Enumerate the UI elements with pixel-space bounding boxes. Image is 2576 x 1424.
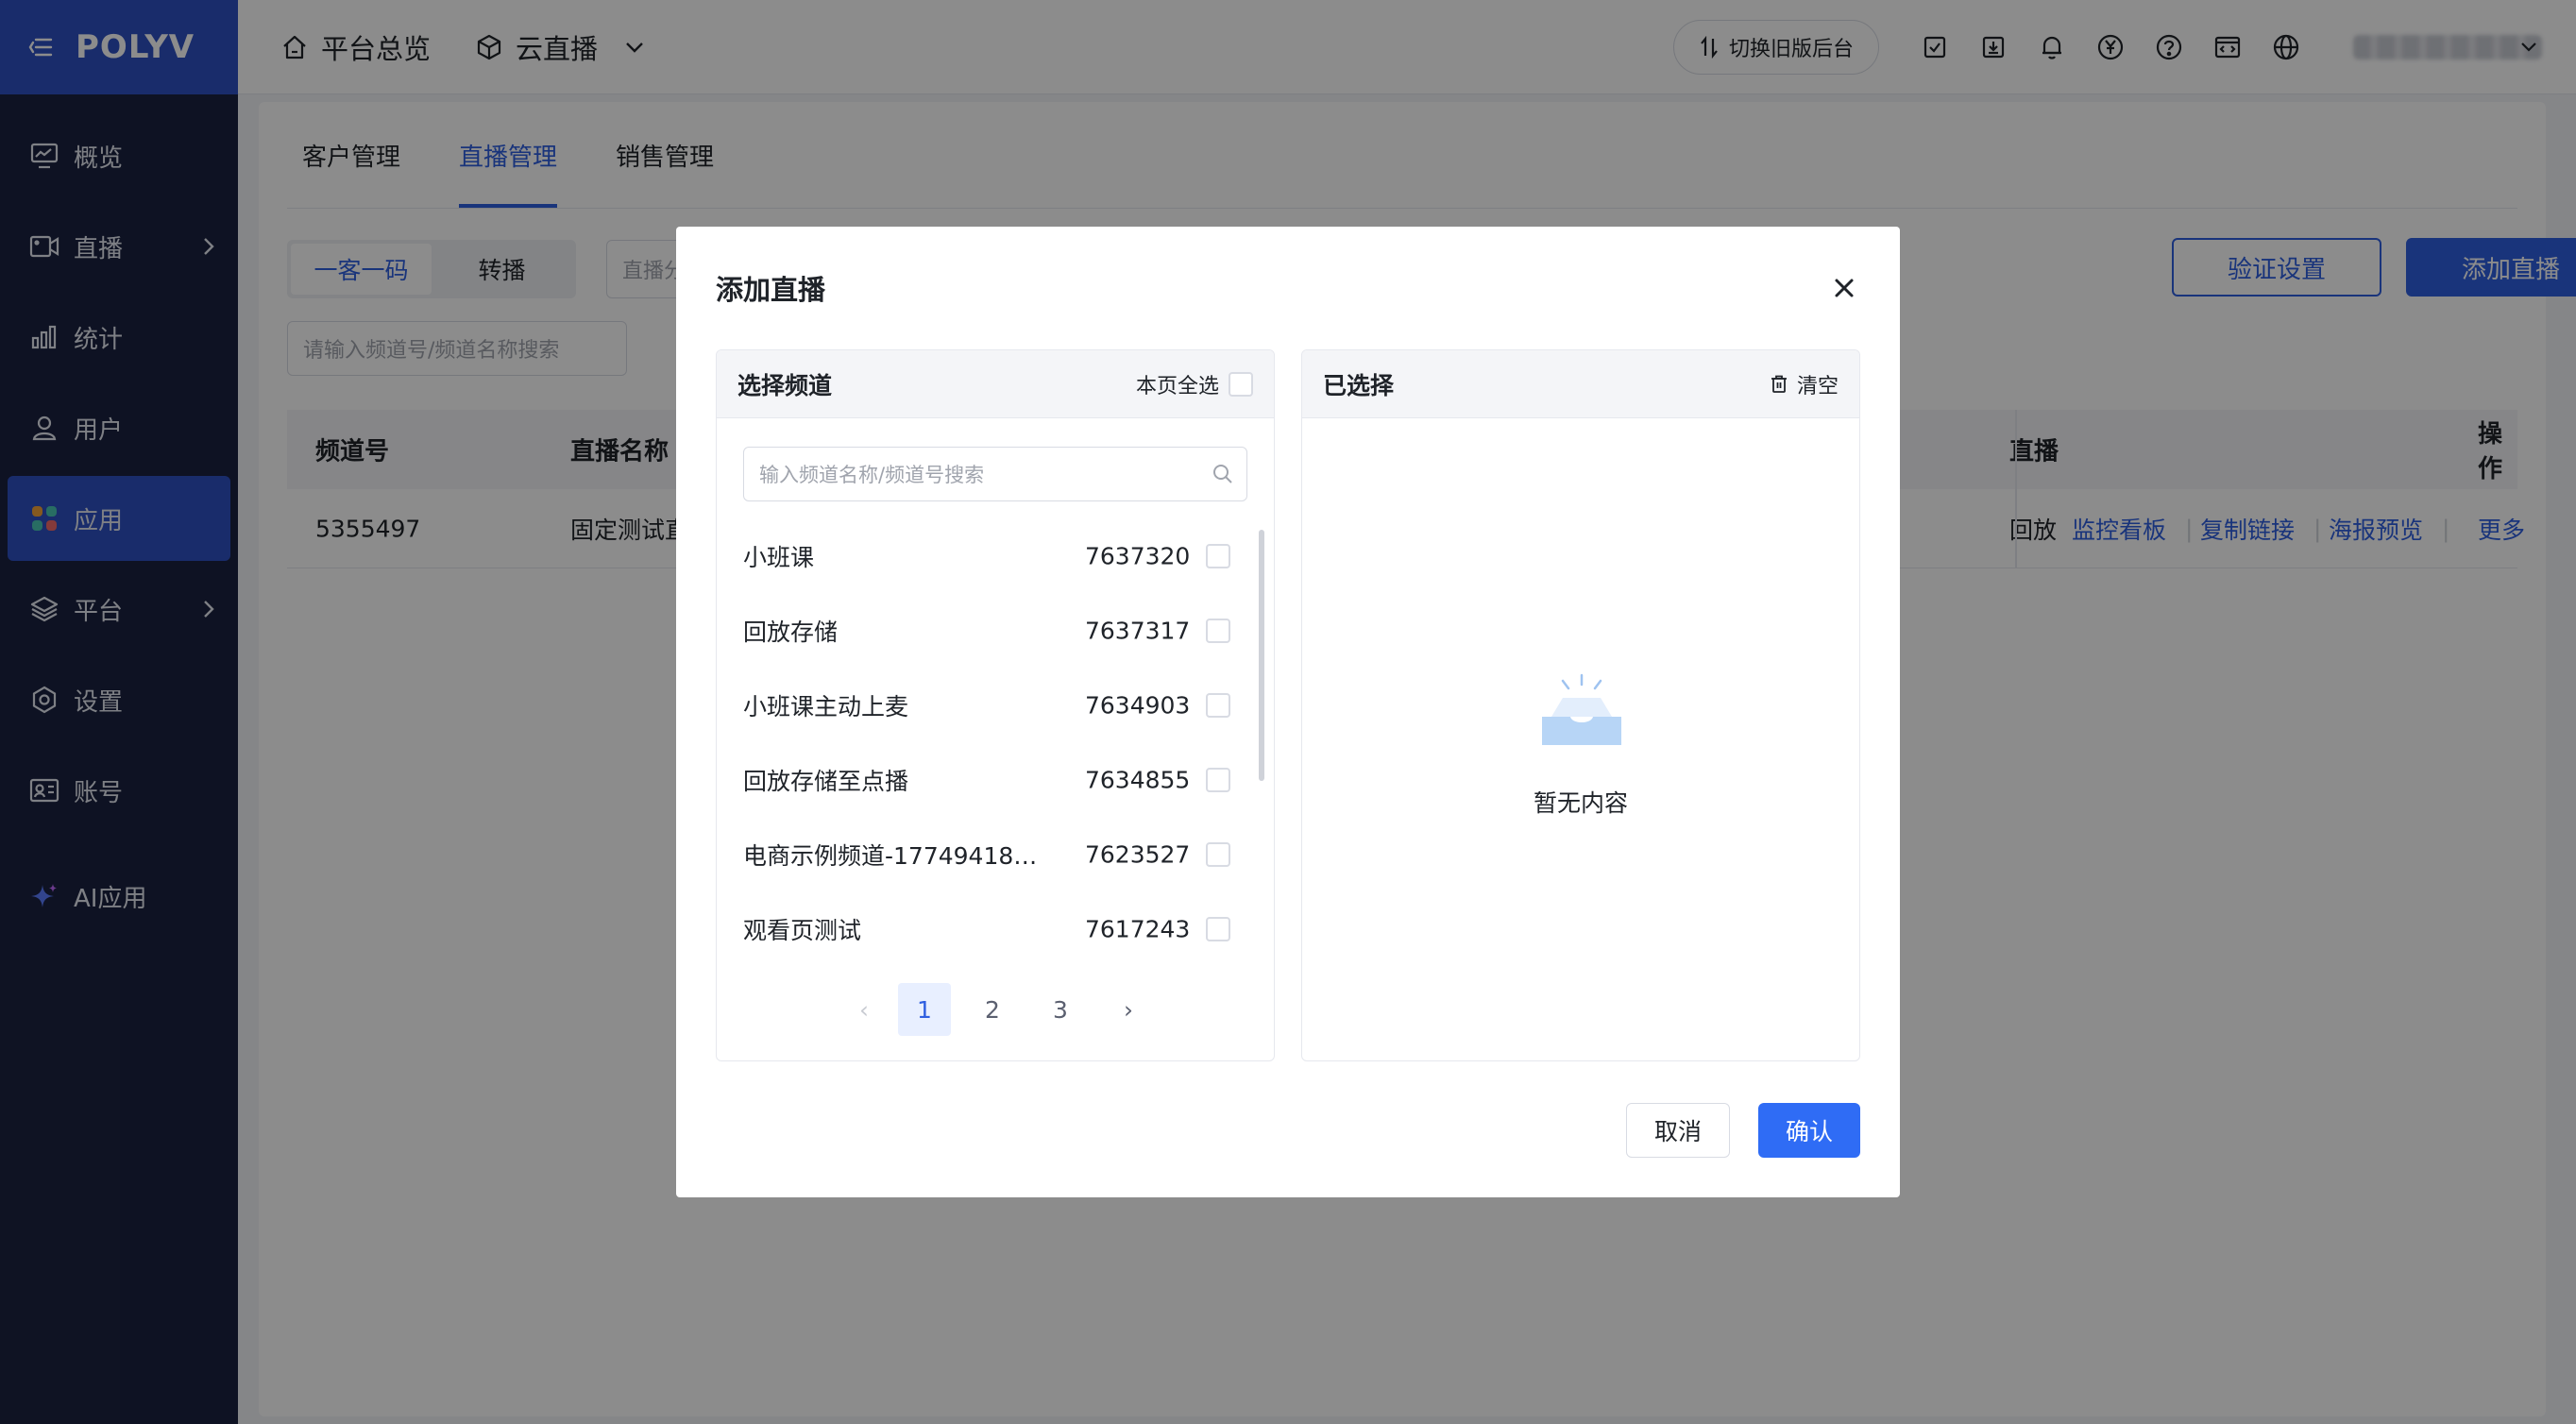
channel-id: 7637320 bbox=[1085, 542, 1191, 569]
panel-header: 已选择 清空 bbox=[1302, 350, 1859, 418]
clear-label: 清空 bbox=[1796, 374, 1839, 398]
channel-id: 7634855 bbox=[1085, 766, 1191, 793]
channel-list: 小班课 7637320 回放存储 7637317 小班课主动上麦 7634903 回放… bbox=[717, 518, 1246, 966]
select-all-checkbox[interactable] bbox=[1229, 371, 1253, 397]
selected-panel: 已选择 清空 暂无内容 bbox=[1301, 349, 1860, 1061]
close-icon[interactable] bbox=[1830, 274, 1858, 302]
list-item[interactable]: 观看页测试 7617243 bbox=[717, 891, 1246, 966]
empty-state: 暂无内容 bbox=[1302, 418, 1859, 1060]
channel-name: 小班课主动上麦 bbox=[743, 692, 909, 720]
channel-select-panel: 选择频道 本页全选 输入频道名称/频道号搜索 小班课 7637320 回放存储 76… bbox=[716, 349, 1275, 1061]
list-item[interactable]: 小班课主动上麦 7634903 bbox=[717, 668, 1246, 742]
channel-id: 7634903 bbox=[1085, 691, 1191, 719]
pager-next[interactable]: › bbox=[1102, 983, 1155, 1036]
pager-page-2[interactable]: 2 bbox=[966, 983, 1019, 1036]
clear-button[interactable]: 清空 bbox=[1771, 369, 1839, 399]
channel-checkbox[interactable] bbox=[1206, 841, 1230, 867]
channel-name: 小班课 bbox=[743, 543, 815, 571]
list-item[interactable]: 小班课 7637320 bbox=[717, 518, 1246, 593]
pager-prev[interactable]: ‹ bbox=[838, 983, 890, 1036]
list-scrollbar[interactable] bbox=[1259, 530, 1264, 781]
channel-checkbox[interactable] bbox=[1206, 543, 1230, 568]
channel-id: 7623527 bbox=[1085, 840, 1191, 868]
select-all-label: 本页全选 bbox=[1135, 374, 1219, 398]
empty-text: 暂无内容 bbox=[1533, 789, 1628, 817]
channel-search-field[interactable]: 输入频道名称/频道号搜索 bbox=[743, 447, 1247, 501]
add-live-dialog: 添加直播 选择频道 本页全选 输入频道名称/频道号搜索 小班课 7637320 回… bbox=[676, 227, 1900, 1197]
channel-checkbox[interactable] bbox=[1206, 692, 1230, 718]
pagination: ‹ 1 2 3 › bbox=[717, 983, 1274, 1036]
list-item[interactable]: 回放存储至点播 7634855 bbox=[717, 742, 1246, 817]
channel-id: 7637317 bbox=[1085, 617, 1191, 644]
panel-header: 选择频道 本页全选 bbox=[717, 350, 1274, 418]
dialog-title: 添加直播 bbox=[716, 274, 826, 306]
channel-name: 电商示例频道-177494182... bbox=[743, 841, 1038, 870]
list-item[interactable]: 回放存储 7637317 bbox=[717, 593, 1246, 668]
list-item[interactable]: 电商示例频道-177494182... 7623527 bbox=[717, 817, 1246, 891]
search-icon[interactable] bbox=[1212, 464, 1233, 484]
channel-name: 回放存储 bbox=[743, 618, 839, 646]
panel-title: 已选择 bbox=[1323, 371, 1395, 399]
trash-icon bbox=[1771, 375, 1788, 394]
select-all-page[interactable]: 本页全选 bbox=[1136, 369, 1253, 399]
channel-id: 7617243 bbox=[1085, 915, 1191, 942]
channel-name: 观看页测试 bbox=[743, 916, 862, 944]
channel-checkbox[interactable] bbox=[1206, 618, 1230, 643]
pager-page-3[interactable]: 3 bbox=[1034, 983, 1087, 1036]
empty-box-icon bbox=[1534, 673, 1629, 749]
channel-checkbox[interactable] bbox=[1206, 916, 1230, 941]
cancel-button[interactable]: 取消 bbox=[1626, 1103, 1730, 1158]
search-placeholder: 输入频道名称/频道号搜索 bbox=[759, 464, 985, 486]
channel-name: 回放存储至点播 bbox=[743, 767, 909, 795]
pager-page-1[interactable]: 1 bbox=[898, 983, 951, 1036]
panel-title: 选择频道 bbox=[737, 371, 833, 399]
confirm-button[interactable]: 确认 bbox=[1758, 1103, 1860, 1158]
channel-checkbox[interactable] bbox=[1206, 767, 1230, 792]
